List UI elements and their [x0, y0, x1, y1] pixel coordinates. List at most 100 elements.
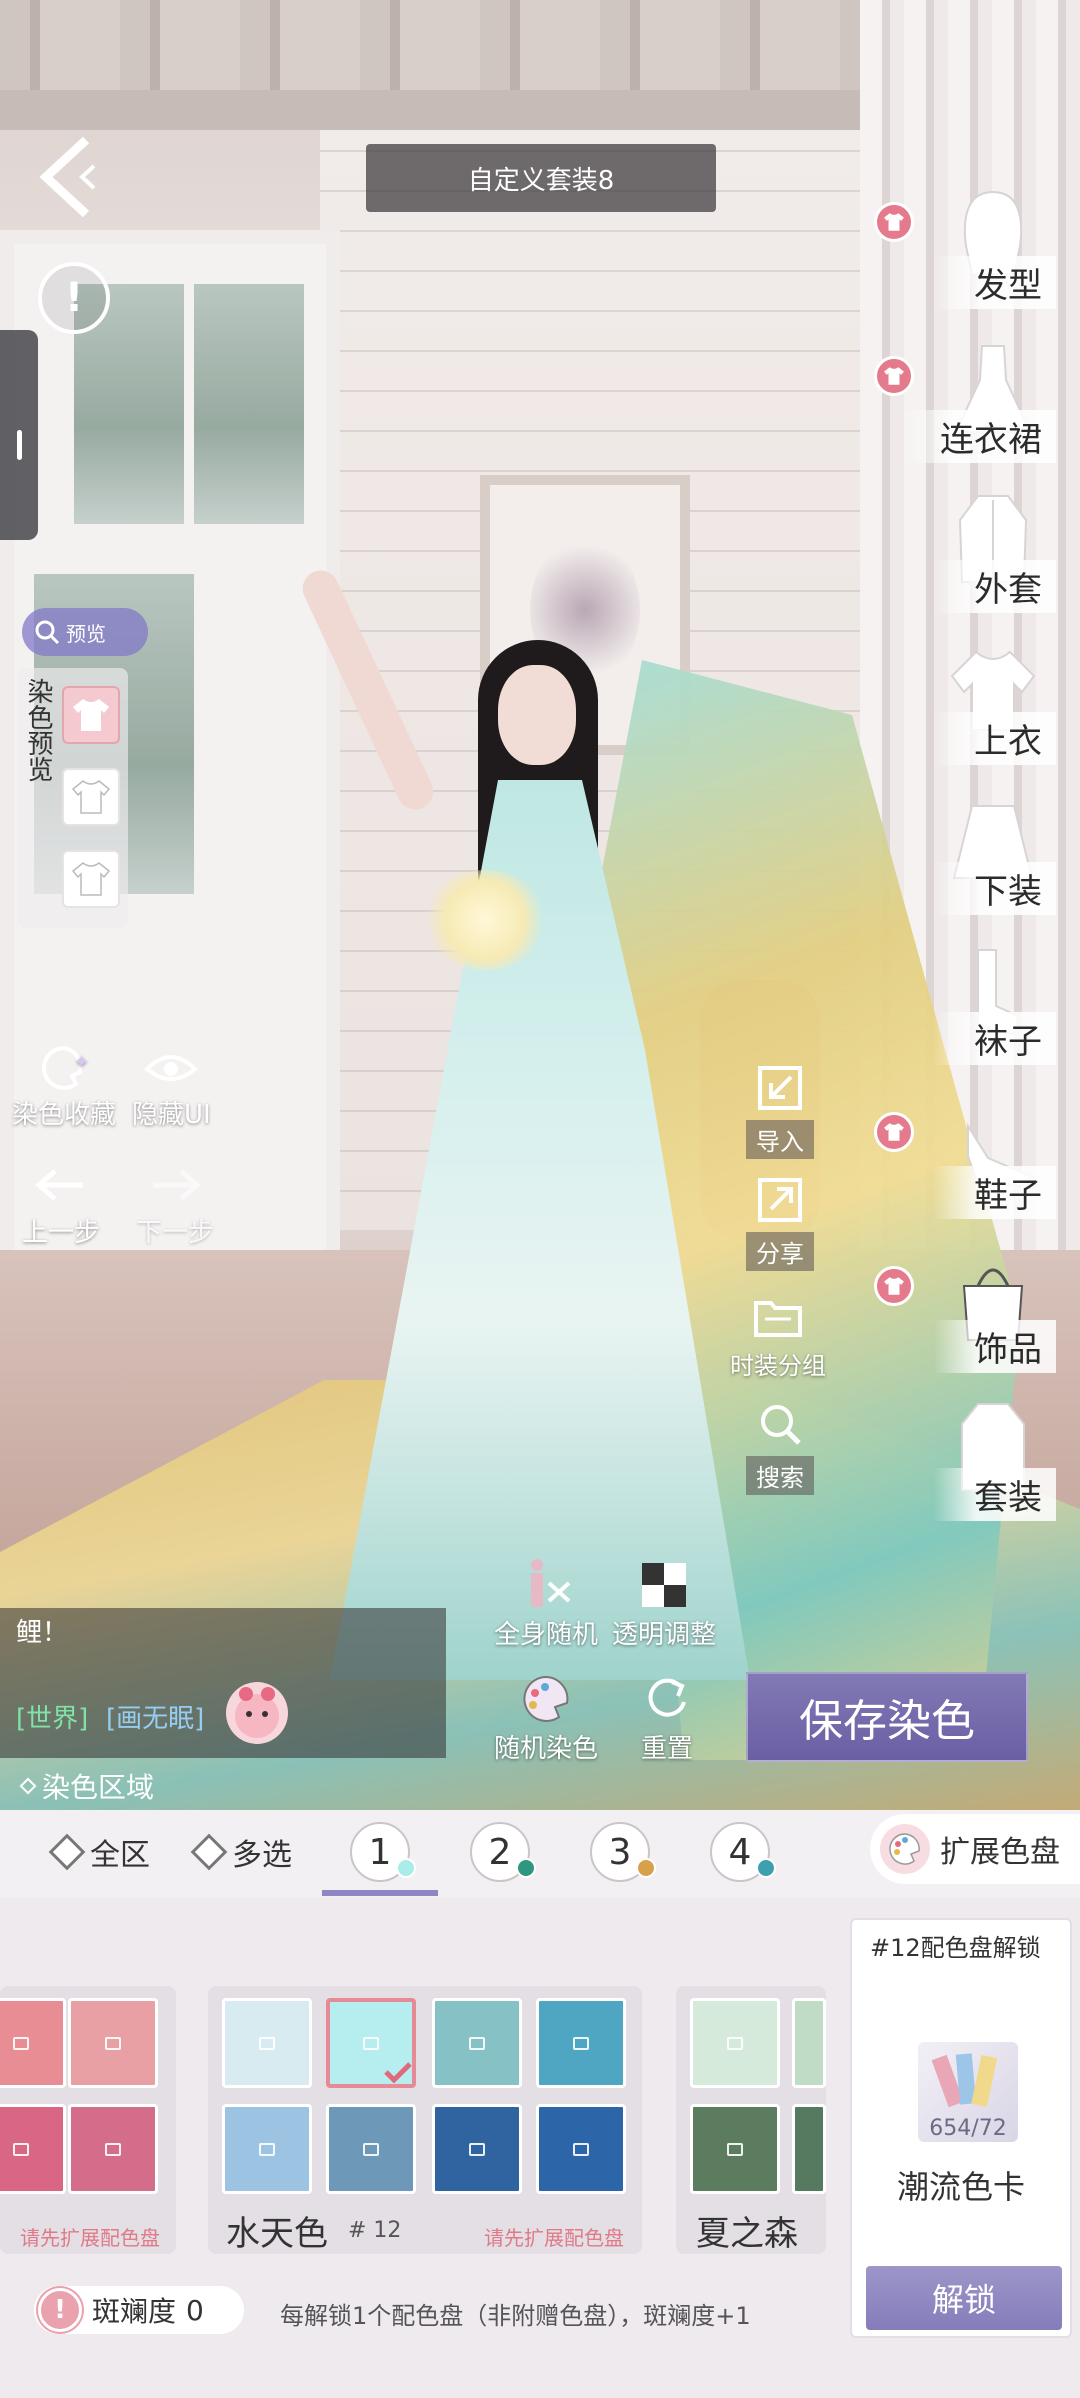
shirt-badge-icon	[874, 356, 914, 396]
lock-icon	[105, 2142, 121, 2156]
diamond-bullet-icon	[19, 1777, 37, 1795]
palette-hint: 请先扩展配色盘	[484, 2226, 624, 2250]
category-socks-label: 袜子	[934, 1012, 1056, 1065]
diamond-checkbox-icon	[48, 1833, 86, 1871]
random-dye-button[interactable]: 随机染色	[494, 1670, 598, 1765]
tab-multi-label: 多选	[232, 1838, 292, 1873]
transparency-icon	[633, 1556, 695, 1614]
palette-hint: 请先扩展配色盘	[20, 2226, 160, 2250]
category-coat[interactable]: 外套	[886, 490, 1056, 630]
color-swatch[interactable]	[536, 2104, 626, 2194]
tab-multi-select[interactable]: 多选	[190, 1830, 292, 1874]
share-button[interactable]: 分享	[746, 1172, 814, 1271]
category-top[interactable]: 上衣	[886, 642, 1056, 782]
lock-icon	[13, 2142, 29, 2156]
rarity-indicator[interactable]: ! 斑斓度 0	[34, 2286, 244, 2334]
preview-slot-3[interactable]	[62, 850, 120, 908]
preview-slot-1[interactable]	[62, 686, 120, 744]
rarity-value: 0	[186, 2293, 204, 2327]
search-button[interactable]: 搜索	[746, 1396, 814, 1495]
chrysanthemum-ornament	[425, 870, 545, 970]
chat-message: 鲤！	[16, 1618, 69, 1648]
full-body-random-button[interactable]: 全身随机	[494, 1556, 598, 1651]
dye-favorites-button[interactable]: ✦ 染色收藏	[12, 1040, 116, 1131]
redo-icon	[145, 1158, 205, 1212]
shirt-icon	[71, 780, 111, 814]
lock-icon	[727, 2142, 743, 2156]
hide-ui-button[interactable]: 隐藏UI	[132, 1040, 211, 1131]
category-bottoms[interactable]: 下装	[886, 792, 1056, 932]
transparency-adjust-button[interactable]: 透明调整	[612, 1556, 716, 1651]
redo-button[interactable]: 下一步	[136, 1158, 214, 1249]
reset-icon	[636, 1670, 698, 1728]
category-hairstyle[interactable]: 发型	[874, 186, 1056, 326]
color-swatch-selected[interactable]	[326, 1998, 416, 2088]
color-swatch[interactable]	[0, 2104, 66, 2194]
category-dress[interactable]: 连衣裙	[874, 340, 1056, 480]
color-swatch[interactable]	[792, 1998, 826, 2088]
color-swatch[interactable]	[432, 2104, 522, 2194]
color-swatch[interactable]	[432, 1998, 522, 2088]
back-arrow-icon	[39, 136, 96, 218]
lock-icon	[105, 2036, 121, 2050]
avatar-face-icon	[235, 1687, 279, 1738]
dye-region-label: 染色区域	[42, 1771, 155, 1804]
color-swatch[interactable]	[68, 1998, 158, 2088]
chat-sender[interactable]: [画无眠]	[106, 1698, 204, 1735]
chat-avatar	[226, 1682, 288, 1744]
tab-all-regions[interactable]: 全区	[48, 1830, 150, 1874]
lock-icon	[363, 2036, 379, 2050]
color-swatch[interactable]	[68, 2104, 158, 2194]
color-swatch[interactable]	[222, 2104, 312, 2194]
category-bottoms-label: 下装	[934, 862, 1056, 915]
reset-button[interactable]: 重置	[636, 1670, 698, 1765]
door	[210, 560, 320, 1280]
save-dye-button[interactable]: 保存染色	[746, 1672, 1028, 1762]
tab-all-label: 全区	[90, 1838, 150, 1873]
preview-slot-2[interactable]	[62, 768, 120, 826]
lock-icon	[573, 2142, 589, 2156]
undo-label: 上一步	[22, 1218, 101, 1248]
eye-icon	[141, 1040, 201, 1094]
folder-icon	[750, 1290, 806, 1346]
import-icon	[752, 1060, 808, 1116]
palette-name: 夏之森	[696, 2214, 798, 2254]
undo-button[interactable]: 上一步	[22, 1158, 100, 1249]
category-top-label: 上衣	[934, 712, 1056, 765]
preview-toggle[interactable]: 预览	[22, 608, 148, 656]
extend-palette-button[interactable]: 扩展色盘	[870, 1814, 1080, 1884]
search-icon	[752, 1396, 808, 1452]
side-drawer-handle[interactable]	[0, 330, 38, 540]
category-outfit-set-label: 套装	[934, 1468, 1056, 1521]
color-swatch[interactable]	[792, 2104, 826, 2194]
outfit-title-text: 自定义套装8	[467, 165, 615, 196]
category-shoes[interactable]: 鞋子	[874, 1096, 1056, 1236]
random-dye-icon	[515, 1670, 577, 1728]
color-swatch[interactable]	[222, 1998, 312, 2088]
reset-label: 重置	[640, 1734, 693, 1764]
info-button[interactable]: !	[38, 262, 110, 334]
category-coat-label: 外套	[934, 560, 1056, 613]
region-4-color-dot	[756, 1858, 776, 1878]
shirt-badge-icon	[874, 1112, 914, 1152]
exclamation-icon: !	[38, 2288, 82, 2332]
back-button[interactable]	[36, 132, 106, 222]
color-swatch[interactable]	[690, 2104, 780, 2194]
diamond-checkbox-icon	[190, 1833, 228, 1871]
category-socks[interactable]: 袜子	[886, 942, 1056, 1082]
svg-text:✦: ✦	[74, 1052, 89, 1073]
outfit-group-button[interactable]: 时装分组	[730, 1290, 826, 1381]
tab-region-3-num: 3	[608, 1831, 632, 1873]
color-swatch[interactable]	[0, 1998, 66, 2088]
category-outfit-set[interactable]: 套装	[886, 1398, 1056, 1538]
import-button[interactable]: 导入	[746, 1060, 814, 1159]
tab-region-4-num: 4	[728, 1831, 752, 1873]
undo-icon	[31, 1158, 91, 1212]
color-swatch[interactable]	[690, 1998, 780, 2088]
unlock-button[interactable]: 解锁	[866, 2266, 1062, 2330]
category-accessories[interactable]: 饰品	[874, 1250, 1056, 1390]
checkmark-icon	[384, 2062, 412, 2084]
color-swatch[interactable]	[326, 2104, 416, 2194]
color-swatch[interactable]	[536, 1998, 626, 2088]
lock-icon	[13, 2036, 29, 2050]
